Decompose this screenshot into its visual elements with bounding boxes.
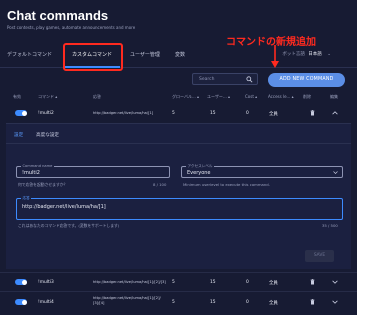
annotation-highlight-box [63, 43, 123, 71]
command-response: http://badger.net/live/luma/ha/[1]/[2]/[… [93, 296, 161, 305]
chevron-down-icon[interactable] [332, 280, 338, 284]
response-field[interactable]: 応答 http://badger.net/live/luma/ha/[1] [16, 196, 343, 220]
subtab-divider [6, 143, 351, 144]
search-input[interactable]: Search [192, 73, 258, 85]
user-cooldown: 15 [210, 110, 216, 116]
global-cooldown: 5 [172, 299, 175, 305]
enabled-toggle[interactable] [15, 110, 27, 116]
command-name-value: !multi2 [22, 170, 40, 176]
chat-commands-app: Chat commands Post contests, play games,… [0, 0, 357, 315]
cost: 0 [246, 279, 249, 285]
response-counter: 35 / 500 [322, 223, 338, 228]
tab-variables[interactable]: 変数 [175, 51, 185, 58]
global-cooldown: 5 [172, 110, 175, 116]
response-label: 応答 [21, 196, 32, 201]
access-level: 全員 [269, 111, 278, 117]
access-level: 全員 [269, 280, 278, 286]
command-editor-panel: 設定 高度な設定 Command name !multi2 何で応答を起動させま… [6, 123, 351, 269]
command-name: !multi2 [38, 110, 54, 116]
table-row: !multi4 http://badger.net/live/luma/ha/[… [0, 291, 357, 313]
chevron-down-icon: ⌄ [327, 52, 331, 57]
access-level: 全員 [269, 300, 278, 306]
header-access-level[interactable]: Access le... ▴ [268, 94, 294, 99]
table-row: !multi3 http://badger.net/live/luma/ha/[… [0, 272, 357, 290]
global-cooldown: 5 [172, 279, 175, 285]
response-helper: これはあなたのコマンド応答です。(変数をサポートします) [18, 223, 120, 228]
bot-language-value: 日本語 [308, 52, 322, 57]
cost: 0 [246, 110, 249, 116]
subtab-settings[interactable]: 設定 [14, 132, 23, 138]
access-level-label: アクセスレベル [186, 164, 214, 169]
trash-icon[interactable] [310, 110, 315, 116]
table-row: !multi2 http://badger.net/live/luma/ha/[… [0, 104, 357, 122]
user-cooldown: 15 [210, 279, 216, 285]
access-level-value: Everyone [187, 170, 211, 176]
access-level-select[interactable]: アクセスレベル Everyone [181, 164, 343, 178]
header-global-cooldown[interactable]: グローバル... ▴ [172, 94, 199, 100]
command-name: !multi3 [38, 279, 54, 285]
search-icon [246, 76, 253, 83]
header-cost[interactable]: Cost ▴ [245, 94, 257, 99]
command-name-label: Command name [21, 164, 54, 168]
header-enabled: 有効 [13, 94, 21, 99]
chevron-down-icon[interactable] [332, 300, 338, 304]
bot-language-select[interactable]: ボット言語 日本語 ⌄ [282, 51, 331, 57]
command-name-counter: 8 / 100 [153, 182, 167, 187]
header-edit: 編集 [330, 94, 338, 99]
user-cooldown: 15 [210, 299, 216, 305]
bot-language-label: ボット言語 [282, 52, 305, 57]
header-response: 応答 [93, 94, 101, 99]
command-response: http://badger.net/live/luma/ha/[1]/[2]/[… [93, 279, 166, 284]
enabled-toggle[interactable] [15, 299, 27, 305]
arrow-down-icon [271, 45, 279, 68]
chevron-down-icon [333, 171, 338, 174]
subtab-advanced-settings[interactable]: 高度な設定 [36, 132, 59, 138]
save-button[interactable]: SAVE [305, 250, 334, 262]
search-placeholder: Search [199, 76, 215, 82]
trash-icon[interactable] [310, 299, 315, 305]
cost: 0 [246, 299, 249, 305]
add-new-command-button[interactable]: ADD NEW COMMAND [268, 73, 345, 87]
header-user-cooldown[interactable]: ユーザー... ▴ [207, 94, 230, 100]
trash-icon[interactable] [310, 279, 315, 285]
tab-default-commands[interactable]: デフォルトコマンド [7, 51, 52, 58]
response-value: http://badger.net/live/luma/ha/[1] [22, 204, 106, 210]
enabled-toggle[interactable] [15, 279, 27, 285]
chevron-up-icon[interactable] [332, 111, 338, 115]
page-subtitle: Post contests, play games, automate anno… [7, 25, 136, 30]
command-response: http://badger.net/live/luma/ha/[1] [93, 110, 154, 115]
header-command[interactable]: コマンド ▴ [38, 94, 57, 100]
access-level-helper: Minimum userlevel to execute this comman… [183, 182, 270, 187]
tab-user-management[interactable]: ユーザー管理 [130, 51, 160, 58]
table-header: 有効 コマンド ▴ 応答 グローバル... ▴ ユーザー... ▴ Cost ▴… [0, 92, 357, 102]
header-delete: 削除 [303, 94, 311, 99]
command-name: !multi4 [38, 299, 54, 305]
command-name-field[interactable]: Command name !multi2 [16, 164, 170, 178]
command-name-helper: 何で応答を起動させますか？ [18, 182, 68, 187]
page-title: Chat commands [7, 8, 109, 23]
